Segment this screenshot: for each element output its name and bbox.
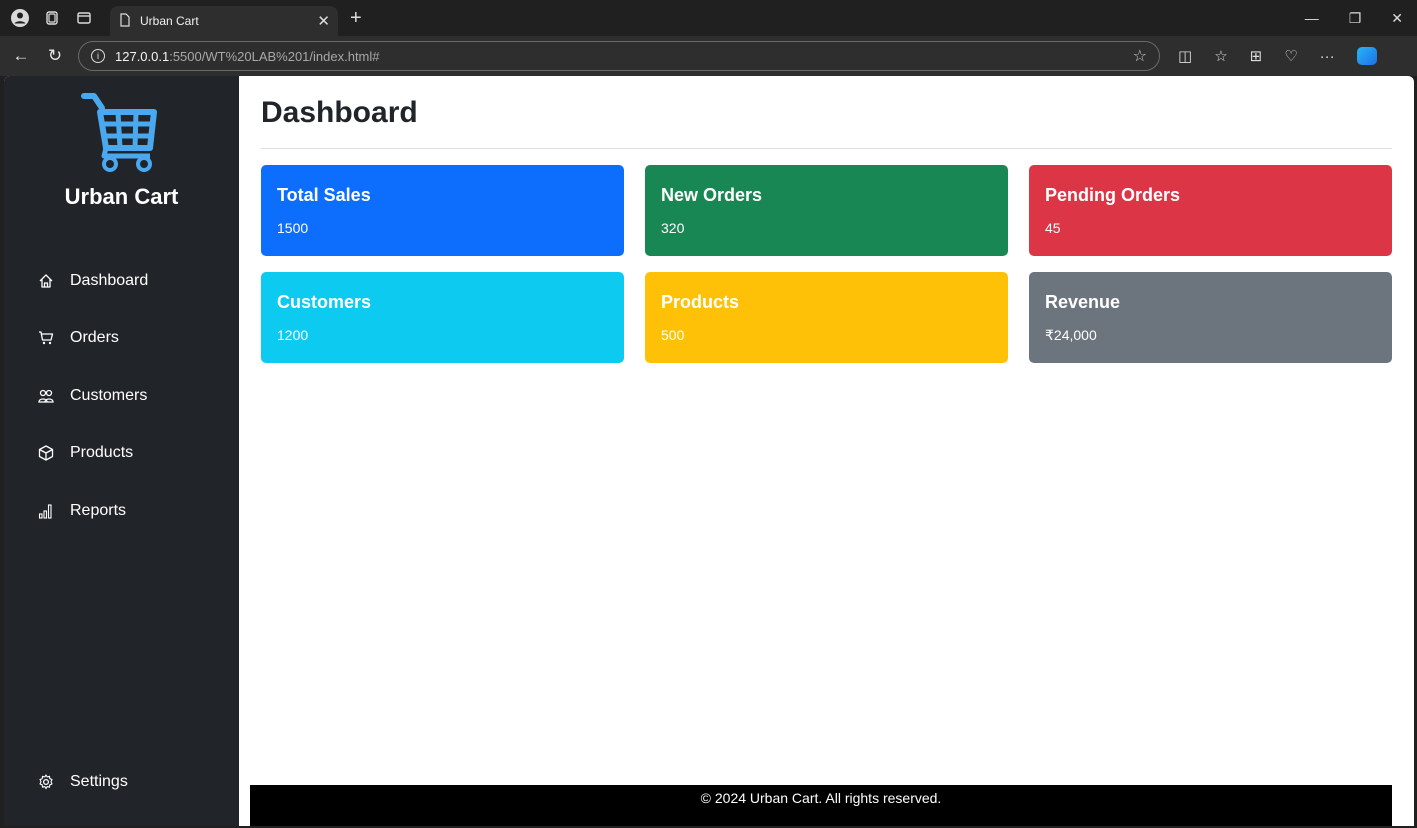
close-window-icon[interactable]: ✕: [1391, 10, 1403, 27]
card-value: ₹24,000: [1045, 327, 1097, 343]
page-icon: [118, 12, 132, 30]
url-path: :5500/WT%20LAB%201/index.html#: [169, 48, 380, 64]
card-title: Products: [661, 292, 740, 312]
box-icon: [38, 445, 54, 461]
sidebar-item-customers[interactable]: Customers: [38, 387, 147, 405]
cart-logo-icon: [81, 93, 157, 172]
cart-icon: [38, 330, 54, 346]
people-icon: [38, 388, 54, 404]
favorite-star-icon[interactable]: ☆: [1133, 46, 1147, 66]
gear-icon: [38, 774, 54, 790]
brand-name: Urban Cart: [64, 184, 179, 209]
sidebar-item-label: Orders: [70, 329, 119, 346]
sidebar-item-label: Settings: [70, 773, 128, 790]
card-pending-orders: Pending Orders 45: [1029, 165, 1392, 256]
url-host: 127.0.0.1: [115, 48, 170, 64]
page-viewport: Urban Cart Dashboard Orders Customers Pr…: [4, 76, 1414, 826]
card-title: Total Sales: [277, 185, 371, 205]
card-title: Pending Orders: [1045, 185, 1181, 205]
title-divider: [261, 148, 1392, 149]
sidebar-item-label: Dashboard: [70, 272, 149, 289]
tab-title: Urban Cart: [140, 14, 199, 28]
window-controls: — ❐ ✕: [1305, 10, 1417, 27]
card-title: Revenue: [1045, 292, 1121, 312]
sidebar: Urban Cart Dashboard Orders Customers Pr…: [4, 76, 239, 826]
card-customers: Customers 1200: [261, 272, 624, 363]
card-value: 1200: [277, 327, 309, 343]
card-revenue: Revenue ₹24,000: [1029, 272, 1392, 363]
sidebar-item-dashboard[interactable]: Dashboard: [38, 272, 148, 290]
profile-icon[interactable]: [8, 6, 32, 30]
browser-tab[interactable]: Urban Cart ✕: [110, 6, 338, 36]
card-value: 1500: [277, 220, 309, 236]
restore-icon[interactable]: ❐: [1349, 10, 1362, 27]
card-title: New Orders: [661, 185, 763, 205]
browser-titlebar: Urban Cart ✕ + — ❐ ✕: [0, 0, 1417, 36]
sidebar-item-orders[interactable]: Orders: [38, 329, 119, 347]
card-new-orders: New Orders 320: [645, 165, 1008, 256]
back-icon[interactable]: ←: [8, 46, 34, 66]
split-screen-icon[interactable]: ◫: [1178, 47, 1192, 65]
footer: © 2024 Urban Cart. All rights reserved.: [250, 785, 1392, 826]
browser-toolbar: ← ↻ i 127.0.0.1:5500/WT%20LAB%201/index.…: [0, 36, 1417, 76]
copilot-icon[interactable]: [1356, 47, 1377, 65]
favorites-icon[interactable]: ☆: [1214, 47, 1227, 65]
footer-text: © 2024 Urban Cart. All rights reserved.: [700, 790, 942, 806]
sidebar-item-label: Reports: [70, 502, 127, 519]
site-info-icon[interactable]: i: [91, 49, 105, 63]
page-title: Dashboard: [261, 96, 418, 129]
health-icon[interactable]: ♡: [1284, 47, 1297, 65]
new-tab-button[interactable]: +: [350, 7, 362, 30]
card-value: 320: [661, 220, 685, 236]
tab-actions-icon[interactable]: [72, 6, 96, 30]
workspaces-icon[interactable]: [40, 6, 64, 30]
card-products: Products 500: [645, 272, 1008, 363]
bar-chart-icon: [38, 503, 54, 519]
sidebar-item-label: Products: [70, 444, 134, 461]
more-icon[interactable]: ···: [1320, 48, 1335, 65]
close-tab-icon[interactable]: ✕: [317, 12, 330, 30]
sidebar-item-label: Customers: [70, 387, 148, 404]
refresh-icon[interactable]: ↻: [42, 46, 68, 66]
sidebar-item-products[interactable]: Products: [38, 444, 133, 462]
home-icon: [38, 273, 54, 289]
browser-tools: ◫ ☆ ⊞ ♡ ···: [1178, 47, 1377, 65]
address-bar[interactable]: i 127.0.0.1:5500/WT%20LAB%201/index.html…: [78, 41, 1160, 71]
sidebar-item-reports[interactable]: Reports: [38, 502, 126, 520]
card-total-sales: Total Sales 1500: [261, 165, 624, 256]
card-value: 500: [661, 327, 685, 343]
sidebar-item-settings[interactable]: Settings: [38, 773, 128, 791]
minimize-icon[interactable]: —: [1305, 10, 1319, 27]
collections-icon[interactable]: ⊞: [1250, 47, 1263, 65]
card-title: Customers: [277, 292, 372, 312]
card-value: 45: [1045, 220, 1061, 236]
